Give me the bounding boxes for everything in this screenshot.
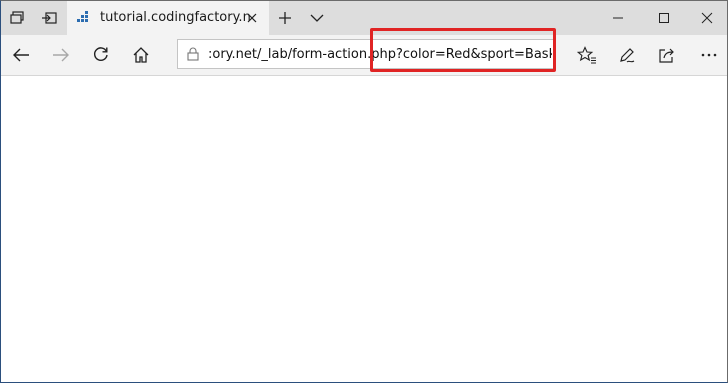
refresh-icon[interactable] [85,39,117,71]
tabs-aside-icon[interactable] [33,1,65,35]
pen-notes-icon[interactable] [611,39,643,71]
tab-active[interactable]: tutorial.codingfactory.net [67,1,269,36]
site-favicon-icon [77,11,88,22]
tab-title: tutorial.codingfactory.net [100,10,250,25]
lock-icon [187,47,199,61]
new-tab-icon[interactable] [269,1,301,35]
query-string-highlight-box [370,28,556,72]
tab-preview-icon[interactable] [1,1,33,35]
navigation-bar: :ory.net/_lab/form-action.php?color=Red&… [1,35,727,76]
tab-close-icon[interactable] [243,9,261,27]
url-path: :ory.net/_lab/form-action.php [208,47,396,62]
maximize-icon[interactable] [641,1,687,35]
forward-arrow-icon[interactable] [45,39,77,71]
share-icon[interactable] [651,39,683,71]
home-icon[interactable] [125,39,157,71]
page-content [1,76,727,382]
minimize-icon[interactable] [595,1,641,35]
close-window-icon[interactable] [687,1,727,35]
browser-window: tutorial.codingfactory.net:ory.net/_lab… [0,0,728,383]
favorites-star-icon[interactable] [571,39,603,71]
tab-list-chevron-down-icon[interactable] [301,1,333,35]
more-options-icon[interactable] [693,39,725,71]
title-bar: tutorial.codingfactory.net [1,1,727,36]
back-arrow-icon[interactable] [5,39,37,71]
